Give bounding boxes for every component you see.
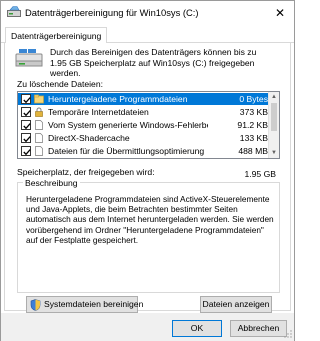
list-item[interactable]: DirectX-Shadercache 133 KB [18,132,270,144]
description-text: Heruntergeladene Programmdateien sind Ac… [26,194,274,245]
file-category-name: Dateien für die Übermittlungsoptimierung [48,146,205,156]
checkbox[interactable] [21,94,31,104]
lock-icon [34,107,44,117]
space-freed-value: 1.95 GB [244,169,276,179]
tab-disk-cleanup[interactable]: Datenträgerbereinigung [5,27,108,44]
title-bar[interactable]: Datenträgerbereinigung für Win10sys (C:)… [1,1,294,25]
files-to-delete-label: Zu löschende Dateien: [17,79,103,89]
list-item[interactable]: Temporäre Internetdateien 373 KB [18,106,270,118]
checkbox[interactable] [21,133,31,143]
space-freed-label: Speicherplatz, der freigegeben wird: [17,167,155,177]
cleanup-system-files-button[interactable]: Systemdateien bereinigen [26,296,143,313]
scroll-thumb[interactable] [271,103,277,131]
file-category-size: 488 MB [238,146,268,156]
disk-cleanup-app-icon [7,6,21,18]
file-category-size: 91.2 KB [237,120,268,130]
list-item[interactable]: Heruntergeladene Programmdateien 0 Bytes [18,93,270,105]
folder-icon [34,94,44,104]
scroll-up-icon[interactable]: ▲ [269,92,279,102]
resize-grip-icon[interactable] [284,330,292,338]
list-item[interactable]: Dateien für die Übermittlungsoptimierung… [18,145,270,157]
checkbox[interactable] [21,107,31,117]
list-scrollbar[interactable]: ▲ ▼ [268,92,279,158]
description-title: Beschreibung [23,178,80,188]
file-category-size: 133 KB [239,133,268,143]
document-icon [34,133,44,143]
tab-strip: Datenträgerbereinigung [1,25,294,44]
file-category-size: 0 Bytes [239,94,268,104]
document-icon [34,146,44,156]
file-category-name: Temporäre Internetdateien [48,107,149,117]
checkbox[interactable] [21,146,31,156]
cancel-button[interactable]: Abbrechen [230,320,287,337]
files-list[interactable]: Heruntergeladene Programmdateien 0 Bytes… [17,91,280,159]
close-button[interactable]: ✕ [272,5,288,21]
show-files-button[interactable]: Dateien anzeigen [200,296,272,313]
file-category-name: DirectX-Shadercache [48,133,130,143]
drive-icon [15,48,43,68]
cleanup-system-files-label: Systemdateien bereinigen [44,299,144,309]
uac-shield-icon [30,299,41,311]
file-category-name: Heruntergeladene Programmdateien [48,94,188,104]
checkbox[interactable] [21,120,31,130]
disk-cleanup-window: Datenträgerbereinigung für Win10sys (C:)… [0,0,295,341]
ok-button[interactable]: OK [172,320,222,337]
intro-text: Durch das Bereinigen des Datenträgers kö… [50,47,257,78]
file-category-name: Vom System generierte Windows-Fehlerbe..… [48,120,208,130]
file-category-size: 373 KB [239,107,268,117]
list-item[interactable]: Vom System generierte Windows-Fehlerbe..… [18,119,270,131]
scroll-down-icon[interactable]: ▼ [269,148,279,158]
document-icon [34,120,44,130]
window-title: Datenträgerbereinigung für Win10sys (C:) [25,7,199,18]
